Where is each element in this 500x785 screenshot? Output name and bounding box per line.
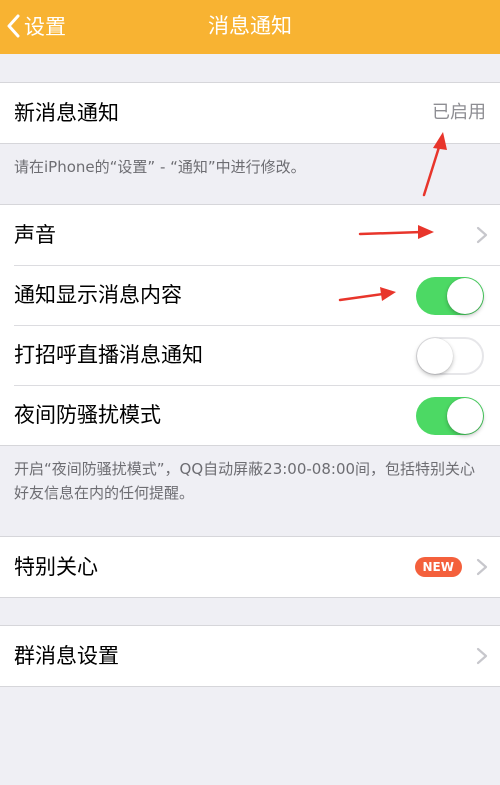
dnd-row: 夜间防骚扰模式 (0, 385, 500, 445)
chevron-right-icon (476, 647, 488, 665)
live-notify-row: 打招呼直播消息通知 (0, 325, 500, 385)
special-care-group: 特别关心 NEW (0, 536, 500, 598)
live-notify-toggle[interactable] (416, 337, 484, 375)
show-content-toggle[interactable] (416, 277, 484, 315)
group-settings-label: 群消息设置 (14, 644, 119, 668)
new-badge: NEW (414, 557, 462, 577)
show-content-label: 通知显示消息内容 (14, 283, 182, 307)
group-settings-row[interactable]: 群消息设置 (0, 626, 500, 686)
new-message-note: 请在iPhone的“设置” - “通知”中进行修改。 (14, 158, 306, 176)
group-settings-group: 群消息设置 (0, 625, 500, 687)
dnd-note: 开启“夜间防骚扰模式”，QQ自动屏蔽23:00-08:00间，包括特别关心好友信… (14, 460, 476, 502)
toggle-knob (447, 278, 483, 314)
chevron-right-icon (476, 558, 488, 576)
sound-label: 声音 (14, 223, 56, 247)
new-message-label: 新消息通知 (14, 101, 119, 125)
page-title: 消息通知 (208, 14, 292, 38)
new-message-group: 新消息通知 已启用 (0, 82, 500, 144)
live-notify-label: 打招呼直播消息通知 (14, 343, 203, 367)
navigation-bar: 设置 消息通知 (0, 0, 500, 54)
toggle-knob (447, 398, 483, 434)
dnd-label: 夜间防骚扰模式 (14, 403, 161, 427)
chevron-right-icon (476, 226, 488, 244)
show-content-row: 通知显示消息内容 (0, 265, 500, 325)
special-care-row[interactable]: 特别关心 NEW (0, 537, 500, 597)
new-message-row: 新消息通知 已启用 (0, 83, 500, 143)
notification-settings-group: 声音 通知显示消息内容 打招呼直播消息通知 夜间防骚扰模式 (0, 204, 500, 446)
sound-row[interactable]: 声音 (0, 205, 500, 265)
toggle-knob (417, 338, 453, 374)
dnd-toggle[interactable] (416, 397, 484, 435)
new-message-status: 已启用 (432, 102, 486, 123)
special-care-label: 特别关心 (14, 555, 98, 579)
